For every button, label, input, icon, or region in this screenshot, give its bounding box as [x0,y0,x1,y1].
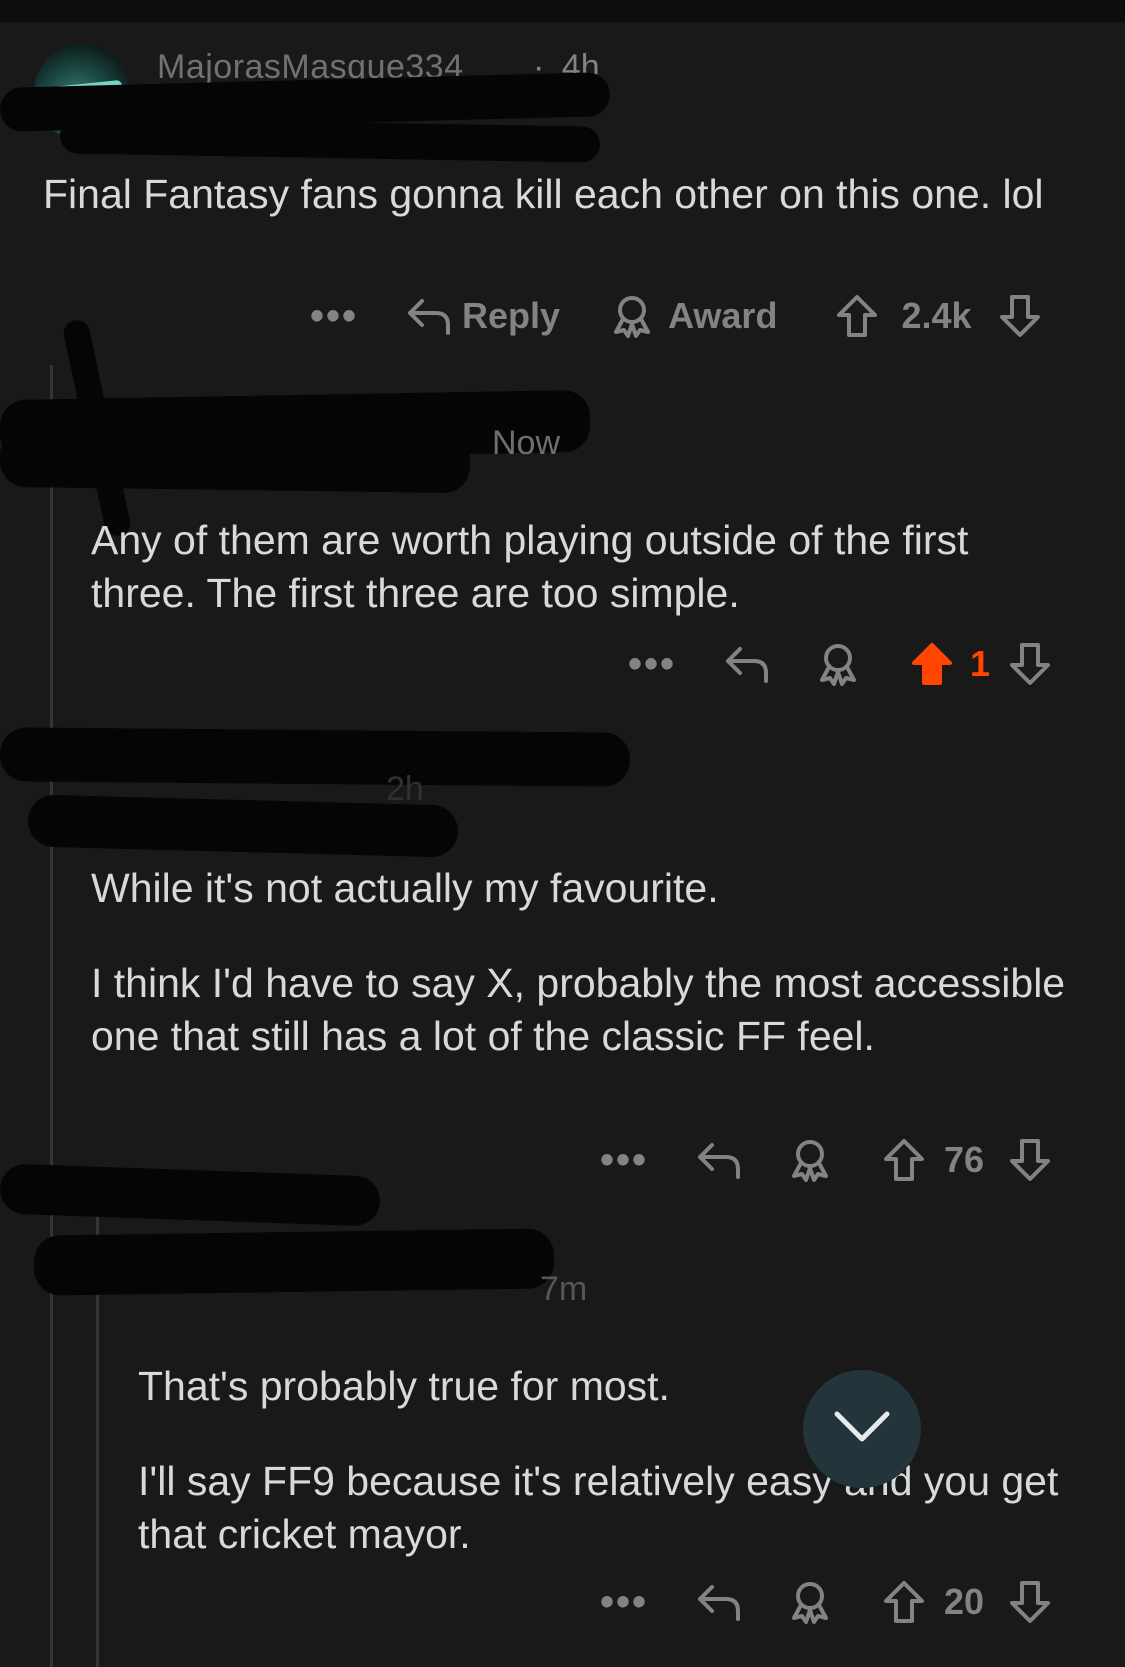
more-options-button[interactable]: ••• [600,1580,648,1625]
comment-paragraph: I think I'd have to say X, probably the … [91,960,1066,1059]
thread-line[interactable] [50,365,53,1667]
upvote-arrow-icon[interactable] [882,1579,926,1625]
award-button[interactable] [786,1578,834,1626]
comment-paragraph: Any of them are worth playing outside of… [91,517,969,616]
comment-paragraph: While it's not actually my favourite. [91,865,719,911]
comment-paragraph: I'll say FF9 because it's relatively eas… [138,1458,1059,1557]
downvote-arrow-icon[interactable] [1008,641,1052,687]
upvote-arrow-icon[interactable] [835,293,879,339]
vote-score: 2.4k [901,295,972,336]
comment-actions: ••• 20 [600,1574,1052,1630]
comment-actions: ••• 76 [600,1132,1052,1188]
reply-button[interactable] [696,1581,742,1623]
reply-button[interactable] [696,1139,742,1181]
award-button[interactable] [814,640,862,688]
award-button[interactable]: Award [608,292,777,340]
chevron-down-icon [833,1410,891,1449]
comment-paragraph: That's probably true for most. [138,1363,670,1409]
reply-button[interactable]: Reply [406,295,560,337]
comment-time: 7m [540,1270,588,1308]
comment-body: Final Fantasy fans gonna kill each other… [43,168,1073,221]
more-options-button[interactable]: ••• [628,642,676,687]
award-icon [786,1136,834,1184]
redaction-scribble [59,117,601,163]
downvote-arrow-icon[interactable] [998,293,1042,339]
comment-time: Now [492,424,561,462]
award-label: Award [668,295,778,336]
vote-score: 20 [944,1581,985,1622]
redaction-scribble [33,1228,555,1296]
reply-label: Reply [462,295,561,336]
award-icon [608,292,656,340]
comment-actions: ••• Reply Award 2.4k [310,288,1042,344]
upvote-arrow-icon[interactable] [910,641,954,687]
comment-body: That's probably true for most. I'll say … [138,1360,1068,1561]
more-options-button[interactable]: ••• [310,294,358,339]
downvote-arrow-icon[interactable] [1008,1579,1052,1625]
vote-controls: 20 [882,1579,1052,1625]
reply-arrow-icon [696,1139,742,1181]
reply-arrow-icon [696,1581,742,1623]
vote-score: 1 [970,643,991,684]
scroll-down-button[interactable] [803,1370,921,1488]
award-icon [786,1578,834,1626]
reply-arrow-icon [724,643,770,685]
comment-body: While it's not actually my favourite. I … [91,862,1081,1063]
vote-controls: 1 [910,641,1052,687]
comment-paragraph: Final Fantasy fans gonna kill each other… [43,171,1044,217]
reply-arrow-icon [406,295,452,337]
redaction-scribble [0,727,631,787]
comment-body: Any of them are worth playing outside of… [91,514,1081,620]
more-options-button[interactable]: ••• [600,1138,648,1183]
vote-controls: 76 [882,1137,1052,1183]
redaction-scribble [0,428,471,494]
comment-actions: ••• 1 [628,636,1052,692]
reply-button[interactable] [724,643,770,685]
comment-time: 2h [386,770,424,808]
status-bar [0,0,1125,22]
award-icon [814,640,862,688]
redaction-scribble [0,1163,381,1227]
upvote-arrow-icon[interactable] [882,1137,926,1183]
vote-controls: 2.4k [835,293,1041,339]
award-button[interactable] [786,1136,834,1184]
downvote-arrow-icon[interactable] [1008,1137,1052,1183]
vote-score: 76 [944,1139,985,1180]
